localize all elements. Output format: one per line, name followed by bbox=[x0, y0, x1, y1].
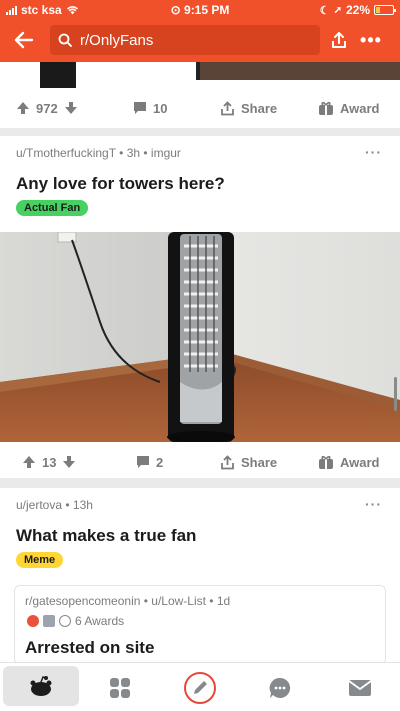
battery-icon bbox=[374, 5, 396, 15]
search-text: r/OnlyFans bbox=[80, 31, 154, 49]
share-community-button[interactable] bbox=[326, 27, 352, 53]
award-badge-icon bbox=[27, 615, 39, 627]
moon-icon: ☾ bbox=[319, 4, 330, 17]
award-icon bbox=[319, 455, 333, 469]
tab-create-post[interactable] bbox=[160, 663, 240, 711]
clock-label: 9:15 PM bbox=[184, 3, 230, 17]
location-icon: ➚ bbox=[333, 4, 342, 16]
more-options-button[interactable]: ••• bbox=[358, 27, 384, 53]
post-flair[interactable]: Actual Fan bbox=[16, 200, 89, 216]
upvote-icon[interactable] bbox=[16, 101, 30, 115]
award-icon bbox=[319, 101, 333, 115]
award-label: Award bbox=[340, 100, 380, 116]
bottom-tab-bar bbox=[0, 662, 400, 711]
search-bar[interactable]: r/OnlyFans bbox=[50, 25, 320, 55]
awards-count: 6 Awards bbox=[75, 614, 125, 628]
upvote-icon[interactable] bbox=[22, 455, 36, 469]
status-right: ☾ ➚ 22% bbox=[319, 3, 396, 17]
crosspost-awards[interactable]: 6 Awards bbox=[27, 614, 124, 628]
upvote-count: 972 bbox=[36, 100, 58, 116]
share-button[interactable]: Share bbox=[220, 444, 277, 480]
previous-image-fragment-right bbox=[196, 62, 400, 80]
upvote-count: 13 bbox=[42, 454, 57, 470]
top-header: r/OnlyFans ••• bbox=[0, 20, 400, 62]
chat-icon bbox=[269, 677, 291, 698]
post-more-button[interactable]: ··· bbox=[365, 144, 382, 160]
more-icon: ••• bbox=[360, 29, 382, 50]
tab-home[interactable] bbox=[3, 666, 79, 706]
comments-button[interactable]: 2 bbox=[136, 444, 163, 480]
award-button[interactable]: Award bbox=[318, 444, 380, 480]
share-icon bbox=[221, 100, 234, 115]
award-label: Award bbox=[340, 454, 380, 470]
comments-button[interactable]: 10 bbox=[133, 90, 167, 126]
post-image-tower-fan[interactable] bbox=[0, 232, 400, 442]
award-badge-icon bbox=[59, 615, 71, 627]
downvote-icon[interactable] bbox=[64, 101, 78, 115]
post-actions: 13 2 Share Award bbox=[0, 444, 400, 480]
post-actions: 972 10 Share Award bbox=[0, 90, 400, 126]
crosspost-meta[interactable]: r/gatesopencomeonin • u/Low-List • 1d bbox=[25, 594, 230, 608]
share-button[interactable]: Share bbox=[220, 90, 277, 126]
post-title[interactable]: What makes a true fan bbox=[16, 526, 196, 546]
share-label: Share bbox=[241, 100, 278, 116]
post-flair[interactable]: Meme bbox=[16, 552, 64, 568]
back-button[interactable] bbox=[10, 26, 38, 54]
grid-icon bbox=[110, 677, 130, 698]
tab-communities[interactable] bbox=[80, 663, 160, 711]
status-bar: stc ksa ⊙ 9:15 PM ☾ ➚ 22% bbox=[0, 0, 400, 20]
comment-icon bbox=[137, 456, 149, 468]
award-button[interactable]: Award bbox=[318, 90, 380, 126]
share-icon bbox=[332, 32, 346, 48]
post-title[interactable]: Any love for towers here? bbox=[16, 174, 225, 194]
home-snoo-icon bbox=[30, 676, 52, 696]
tower-fan-photo bbox=[0, 232, 400, 442]
reddit-screen: stc ksa ⊙ 9:15 PM ☾ ➚ 22% r/OnlyFans ••• bbox=[0, 0, 400, 711]
vote-controls: 972 bbox=[16, 90, 78, 126]
award-badge-icon bbox=[43, 615, 55, 627]
crosspost-card[interactable]: r/gatesopencomeonin • u/Low-List • 1d 6 … bbox=[14, 585, 386, 665]
previous-post-image[interactable] bbox=[0, 62, 400, 90]
post-more-button[interactable]: ··· bbox=[365, 496, 382, 512]
comment-icon bbox=[134, 102, 146, 114]
post-meta[interactable]: u/TmotherfuckingT • 3h • imgur bbox=[16, 146, 181, 160]
back-arrow-icon bbox=[14, 31, 34, 49]
mail-icon bbox=[348, 679, 372, 696]
comment-count: 2 bbox=[156, 454, 164, 470]
crosspost-title[interactable]: Arrested on site bbox=[25, 638, 154, 658]
tab-inbox[interactable] bbox=[320, 663, 400, 711]
tab-chat[interactable] bbox=[240, 663, 320, 711]
search-icon bbox=[58, 33, 72, 47]
comment-count: 10 bbox=[153, 100, 168, 116]
share-label: Share bbox=[241, 454, 278, 470]
alarm-icon: ⊙ bbox=[170, 3, 181, 17]
tower-post-actions-card: 13 2 Share Award bbox=[0, 442, 400, 478]
previous-image-fragment-left bbox=[40, 62, 76, 88]
share-icon bbox=[221, 454, 234, 469]
previous-post-actions-card: 972 10 Share Award bbox=[0, 90, 400, 128]
downvote-icon[interactable] bbox=[62, 455, 76, 469]
battery-percent: 22% bbox=[345, 3, 370, 17]
post-meta[interactable]: u/jertova • 13h bbox=[16, 498, 93, 512]
compose-icon bbox=[184, 671, 216, 704]
vote-controls: 13 bbox=[22, 444, 76, 480]
